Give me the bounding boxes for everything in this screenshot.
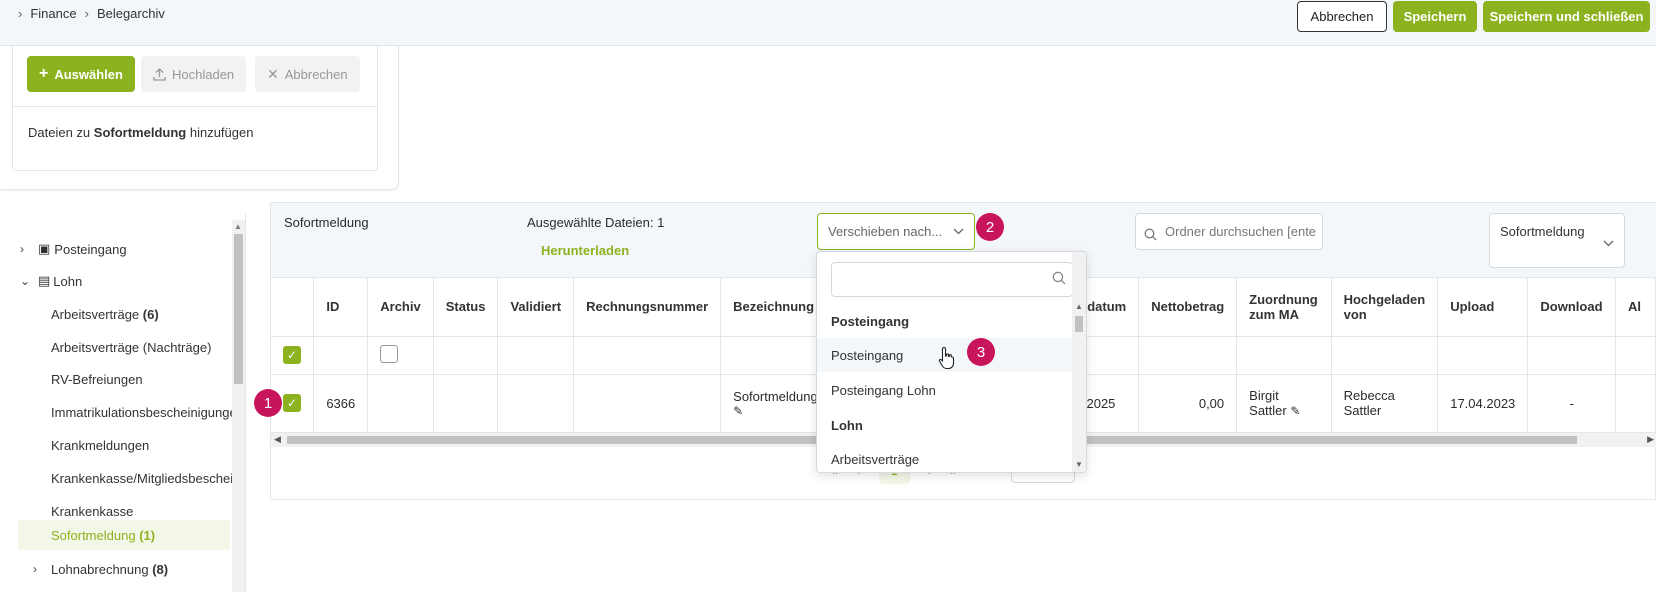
- chevron-right-icon: ›: [18, 6, 23, 21]
- scroll-right-icon[interactable]: ▶: [1647, 434, 1654, 445]
- dropdown-option-posteingang-lohn[interactable]: Posteingang Lohn: [817, 373, 1073, 407]
- dropdown-search-input[interactable]: [831, 262, 1073, 297]
- save-button[interactable]: Speichern: [1393, 1, 1477, 32]
- tree-item-arbeitsvertraege[interactable]: Arbeitsverträge (6): [51, 299, 159, 329]
- upload-box: + Auswählen Hochladen ✕ Abbrechen Dateie…: [12, 46, 378, 171]
- folder-tree: › ▣ Posteingang ⌄ ▤ Lohn Arbeitsverträge…: [0, 214, 232, 592]
- search-icon: [1144, 228, 1157, 241]
- column-header[interactable]: Rechnungsnummer: [573, 278, 722, 337]
- folder-search-input[interactable]: Ordner durchsuchen [ente: [1135, 213, 1323, 250]
- tree-item-rv-befreiungen[interactable]: RV-Befreiungen: [51, 364, 143, 394]
- cell-hochgeladen: Rebecca Sattler: [1331, 374, 1439, 433]
- tree-scrollbar[interactable]: ▲: [232, 220, 245, 592]
- tree-item-posteingang[interactable]: › ▣ Posteingang: [20, 234, 127, 264]
- page-header: › Finance › Belegarchiv Abbrechen Speich…: [0, 0, 1656, 46]
- column-header[interactable]: Archiv: [367, 278, 434, 337]
- edit-icon[interactable]: ✎: [1290, 404, 1300, 418]
- tree-item-lohn[interactable]: ⌄ ▤ Lohn: [20, 266, 82, 296]
- tree-scrollbar-thumb[interactable]: [234, 234, 243, 384]
- step-badge-1: 1: [254, 389, 282, 417]
- selected-files-count: Ausgewählte Dateien: 1: [527, 215, 665, 230]
- cell-zuordnung: Birgit Sattler ✎: [1236, 374, 1332, 433]
- divider: [13, 106, 377, 107]
- cell-bezeichnung: Sofortmeldung ✎: [720, 374, 832, 433]
- chevron-down-icon[interactable]: ⌄: [20, 274, 32, 288]
- tree-item-arbeitsvertraege-nachtraege[interactable]: Arbeitsverträge (Nachträge): [51, 332, 211, 362]
- folder-select[interactable]: Sofortmeldung: [1489, 213, 1625, 268]
- chevron-right-icon[interactable]: ›: [20, 242, 32, 256]
- hand-cursor-icon: [938, 346, 955, 370]
- dropdown-group-lohn: Lohn: [831, 417, 863, 433]
- column-header[interactable]: Nettobetrag: [1138, 278, 1238, 337]
- download-link[interactable]: Herunterladen: [541, 243, 629, 258]
- dropdown-group-posteingang: Posteingang: [831, 313, 910, 329]
- scroll-up-icon[interactable]: ▲: [1075, 302, 1083, 311]
- breadcrumb-belegarchiv: Belegarchiv: [96, 6, 165, 21]
- column-header[interactable]: Zuordnung zum MA: [1236, 278, 1332, 337]
- document-icon: ▤: [38, 273, 51, 288]
- cell-download: -: [1527, 374, 1617, 433]
- cell-id: 6366: [313, 374, 369, 433]
- tree-item-krankmeldungen[interactable]: Krankmeldungen: [51, 430, 149, 460]
- close-icon: ✕: [267, 65, 279, 82]
- upload-icon: [153, 67, 166, 81]
- panel-title: Sofortmeldung: [284, 215, 369, 230]
- breadcrumb-finance[interactable]: Finance: [30, 6, 76, 21]
- column-header[interactable]: ID: [313, 278, 369, 337]
- chevron-down-icon: [953, 228, 964, 235]
- tree-item-krankenkasse-mitglied[interactable]: Krankenkasse/Mitgliedsbescheinigungen: [51, 463, 232, 493]
- cell-upload: 17.04.2023: [1437, 374, 1529, 433]
- upload-card: + Auswählen Hochladen ✕ Abbrechen Dateie…: [0, 46, 399, 190]
- divider: [245, 214, 246, 592]
- column-header[interactable]: Bezeichnung: [720, 278, 832, 337]
- scroll-up-icon[interactable]: ▲: [234, 222, 242, 231]
- dropdown-scrollbar-thumb[interactable]: [1075, 316, 1083, 332]
- chevron-right-icon: ›: [84, 6, 89, 21]
- cancel-button[interactable]: Abbrechen: [1297, 1, 1387, 32]
- select-column-header: [271, 278, 315, 337]
- column-header[interactable]: Hochgeladen von: [1331, 278, 1439, 337]
- dropdown-option-arbeitsvertraege[interactable]: Arbeitsverträge: [817, 442, 1073, 472]
- upload-button[interactable]: Hochladen: [141, 56, 247, 92]
- select-all-checkbox[interactable]: ✓: [283, 346, 301, 364]
- column-header[interactable]: Validiert: [497, 278, 575, 337]
- step-badge-2: 2: [976, 213, 1004, 241]
- column-header[interactable]: Al: [1615, 278, 1656, 337]
- step-badge-3: 3: [967, 338, 995, 366]
- breadcrumb: › Finance › Belegarchiv: [18, 6, 165, 21]
- chevron-right-icon[interactable]: ›: [33, 562, 45, 576]
- row-checkbox[interactable]: ✓: [283, 394, 301, 412]
- column-header[interactable]: Upload: [1437, 278, 1529, 337]
- column-header[interactable]: Status: [433, 278, 499, 337]
- tree-item-immatrikulation[interactable]: Immatrikulationsbescheinigungen: [51, 397, 232, 427]
- select-files-button[interactable]: + Auswählen: [27, 56, 135, 92]
- archive-filter-checkbox[interactable]: [380, 344, 399, 363]
- upload-hint: Dateien zu Sofortmeldung hinzufügen: [28, 125, 254, 140]
- dropdown-scrollbar[interactable]: ▲ ▼: [1072, 252, 1086, 472]
- cell-netto: 0,00: [1138, 374, 1238, 433]
- tree-item-lohnabrechnung[interactable]: › Lohnabrechnung (8): [33, 554, 168, 584]
- tree-item-sofortmeldung[interactable]: Sofortmeldung (1): [18, 520, 230, 550]
- column-header[interactable]: Download: [1527, 278, 1617, 337]
- chevron-down-icon: [1603, 240, 1614, 247]
- search-icon: [1052, 271, 1066, 285]
- edit-icon[interactable]: ✎: [733, 404, 818, 418]
- inbox-icon: ▣: [38, 241, 51, 256]
- scroll-left-icon[interactable]: ◀: [274, 434, 281, 445]
- save-and-close-button[interactable]: Speichern und schließen: [1483, 1, 1650, 32]
- scroll-down-icon[interactable]: ▼: [1075, 460, 1083, 469]
- plus-icon: +: [39, 65, 49, 82]
- move-to-select[interactable]: Verschieben nach...: [817, 213, 975, 250]
- abort-upload-button[interactable]: ✕ Abbrechen: [255, 56, 360, 92]
